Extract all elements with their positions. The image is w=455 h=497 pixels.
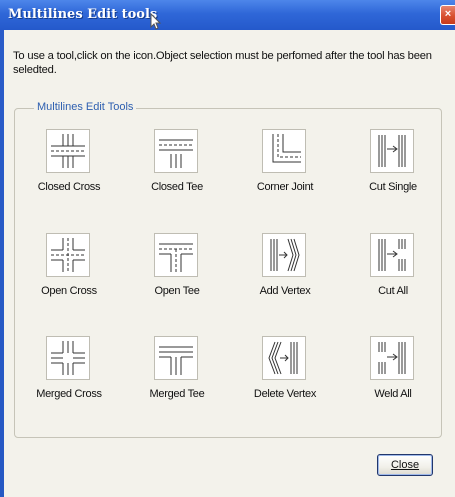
tool-closed-tee[interactable]: Closed Tee xyxy=(127,129,227,229)
cut-single-icon[interactable] xyxy=(370,129,414,173)
tool-label: Closed Tee xyxy=(151,181,203,193)
add-vertex-icon[interactable] xyxy=(262,233,306,277)
tool-open-tee[interactable]: Open Tee xyxy=(127,233,227,333)
tool-label: Delete Vertex xyxy=(253,388,317,400)
tool-cut-all[interactable]: Cut All xyxy=(343,233,443,333)
closed-tee-icon[interactable] xyxy=(154,129,198,173)
tool-closed-cross[interactable]: Closed Cross xyxy=(19,129,119,229)
tool-label: Closed Cross xyxy=(37,181,101,193)
title-close-button[interactable]: × xyxy=(440,5,455,25)
window-title: Multilines Edit tools xyxy=(8,7,158,22)
title-bar[interactable]: Multilines Edit tools × xyxy=(0,0,455,30)
dialog-client-area: To use a tool,click on the icon.Object s… xyxy=(4,30,455,497)
groupbox-legend: Multilines Edit Tools xyxy=(34,101,137,113)
tool-label: Merged Tee xyxy=(149,388,205,400)
tool-label: Open Tee xyxy=(154,285,200,297)
cut-all-icon[interactable] xyxy=(370,233,414,277)
open-tee-icon[interactable] xyxy=(154,233,198,277)
tool-delete-vertex[interactable]: Delete Vertex xyxy=(235,336,335,436)
tool-open-cross[interactable]: Open Cross xyxy=(19,233,119,333)
dialog-window: Multilines Edit tools × To use a tool,cl… xyxy=(0,0,455,497)
tool-label: Add Vertex xyxy=(259,285,311,297)
tool-label: Corner Joint xyxy=(256,181,314,193)
corner-joint-icon[interactable] xyxy=(262,129,306,173)
close-icon: × xyxy=(444,8,452,20)
tool-label: Cut All xyxy=(378,285,408,297)
tool-label: Cut Single xyxy=(369,181,417,193)
merged-cross-icon[interactable] xyxy=(46,336,90,380)
close-button[interactable]: Close xyxy=(377,454,433,476)
tool-corner-joint[interactable]: Corner Joint xyxy=(235,129,335,229)
tool-label: Weld All xyxy=(374,388,412,400)
delete-vertex-icon[interactable] xyxy=(262,336,306,380)
tool-weld-all[interactable]: Weld All xyxy=(343,336,443,436)
close-button-label: Close xyxy=(390,459,420,471)
tool-cut-single[interactable]: Cut Single xyxy=(343,129,443,229)
instruction-text: To use a tool,click on the icon.Object s… xyxy=(13,50,432,76)
tool-merged-tee[interactable]: Merged Tee xyxy=(127,336,227,436)
merged-tee-icon[interactable] xyxy=(154,336,198,380)
weld-all-icon[interactable] xyxy=(370,336,414,380)
tool-label: Merged Cross xyxy=(36,388,102,400)
closed-cross-icon[interactable] xyxy=(46,129,90,173)
tool-add-vertex[interactable]: Add Vertex xyxy=(235,233,335,333)
open-cross-icon[interactable] xyxy=(46,233,90,277)
tool-label: Open Cross xyxy=(41,285,97,297)
tool-merged-cross[interactable]: Merged Cross xyxy=(19,336,119,436)
